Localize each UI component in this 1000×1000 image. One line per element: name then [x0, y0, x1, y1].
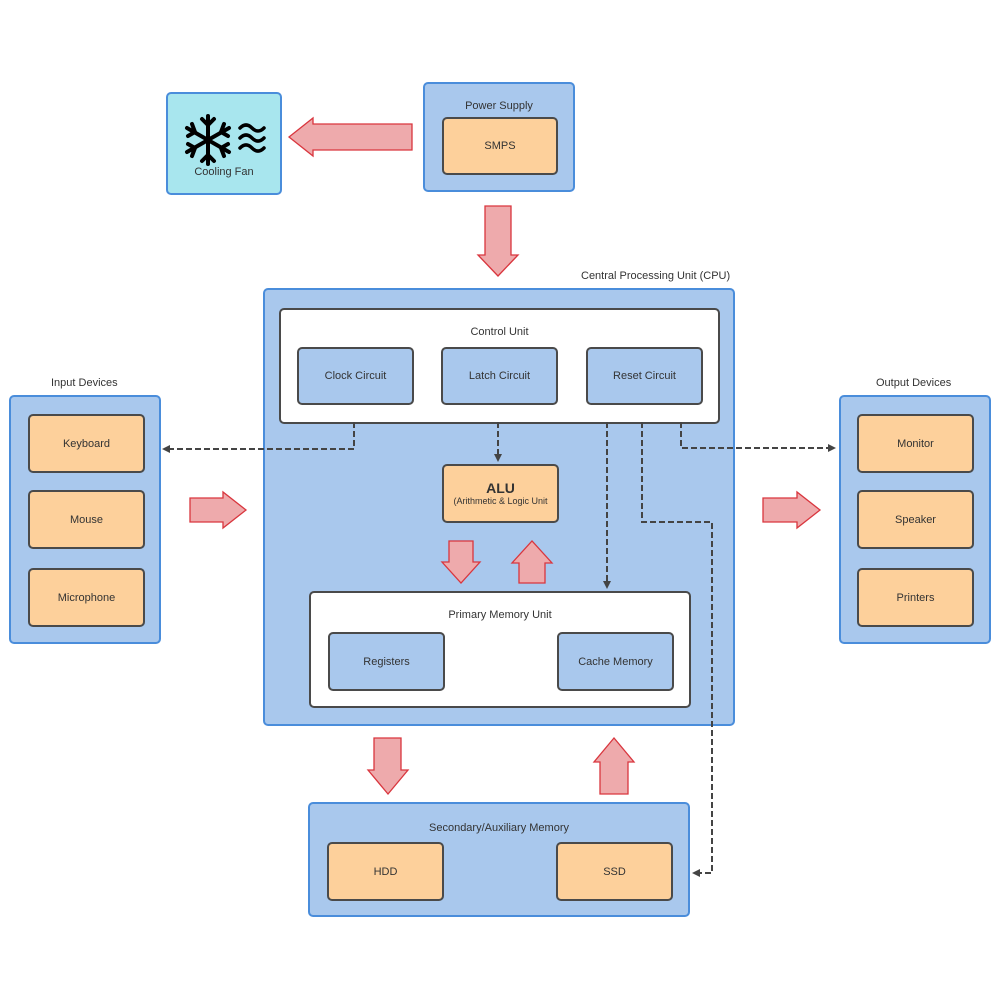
arrow-memory-to-alu	[510, 540, 554, 584]
arrow-input-to-cpu	[189, 490, 248, 530]
arrow-power-to-cooling	[287, 116, 413, 158]
arrow-power-to-cpu	[476, 205, 520, 277]
arrow-secondary-to-cpu	[592, 736, 636, 795]
connector-reset-to-output	[680, 422, 836, 452]
arrow-cpu-to-output	[762, 490, 822, 530]
connectors-overlay	[162, 116, 836, 877]
arrow-alu-to-memory	[440, 540, 482, 584]
arrow-cpu-to-secondary	[366, 737, 410, 796]
connector-reset-to-ssd	[641, 422, 713, 877]
connector-clock-to-input	[162, 422, 355, 453]
